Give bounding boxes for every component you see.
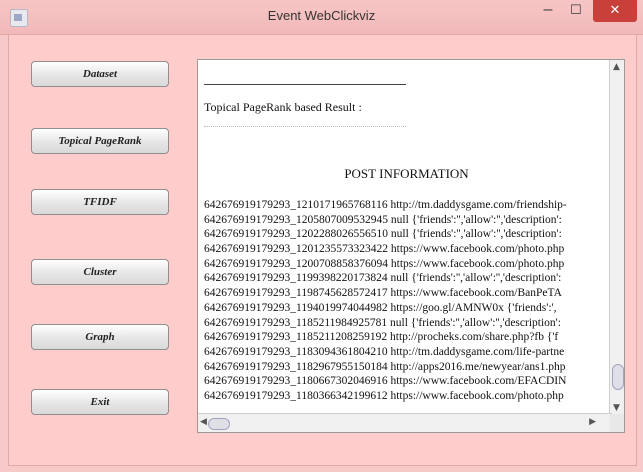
post-row: 642676919179293_1210171965768116 http://… [204,199,567,211]
post-row: 642676919179293_1183094361804210 http://… [204,345,565,358]
dataset-button[interactable]: Dataset [31,61,169,87]
post-rows: 642676919179293_1210171965768116 http://… [204,198,609,404]
tfidf-button[interactable]: TFIDF [31,189,169,215]
maximize-button[interactable]: ☐ [563,0,589,22]
horizontal-scrollbar[interactable]: ◀ ▶ [198,413,612,432]
minimize-button[interactable]: – [535,0,561,22]
output-content: Topical PageRank based Result : POST INF… [204,60,609,415]
vertical-scrollbar[interactable]: ▲ ▼ [609,60,624,415]
post-row: 642676919179293_1194019974044982 https:/… [204,301,557,314]
post-row: 642676919179293_1205807009532945 null {'… [204,213,562,226]
output-text-area[interactable]: Topical PageRank based Result : POST INF… [197,59,625,433]
scroll-corner [610,414,624,432]
scroll-up-arrow-icon[interactable]: ▲ [613,62,620,72]
top-separator [204,84,406,85]
horizontal-scroll-thumb[interactable] [208,418,230,430]
topical-pagerank-button[interactable]: Topical PageRank [31,128,169,154]
vertical-scroll-thumb[interactable] [612,364,624,390]
post-row: 642676919179293_1185211208259192 http://… [204,331,559,344]
client-area: Dataset Topical PageRank TFIDF Cluster G… [8,34,637,466]
heading-underline [204,126,406,127]
scroll-right-arrow-icon[interactable]: ▶ [589,417,596,427]
post-row: 642676919179293_1180366342199612 https:/… [204,389,564,402]
post-row: 642676919179293_1199398220173824 null {'… [204,272,562,285]
post-row: 642676919179293_1202288026556510 null {'… [204,228,562,241]
post-row: 642676919179293_1185211984925781 null {'… [204,316,561,329]
cluster-button[interactable]: Cluster [31,259,169,285]
scroll-down-arrow-icon[interactable]: ▼ [613,403,620,413]
post-row: 642676919179293_1182967955150184 http://… [204,360,566,373]
result-heading: Topical PageRank based Result : [204,100,362,114]
post-information-title: POST INFORMATION [344,166,469,181]
exit-button[interactable]: Exit [31,389,169,415]
close-button[interactable]: ✕ [593,0,637,22]
scroll-left-arrow-icon[interactable]: ◀ [200,417,207,427]
post-row: 642676919179293_1201235573323422 https:/… [204,243,565,256]
title-bar: Event WebClickviz – ☐ ✕ [0,0,643,35]
post-row: 642676919179293_1198745628572417 https:/… [204,287,562,300]
post-row: 642676919179293_1180667302046916 https:/… [204,375,567,388]
post-row: 642676919179293_1200708858376094 https:/… [204,257,565,270]
graph-button[interactable]: Graph [31,324,169,350]
